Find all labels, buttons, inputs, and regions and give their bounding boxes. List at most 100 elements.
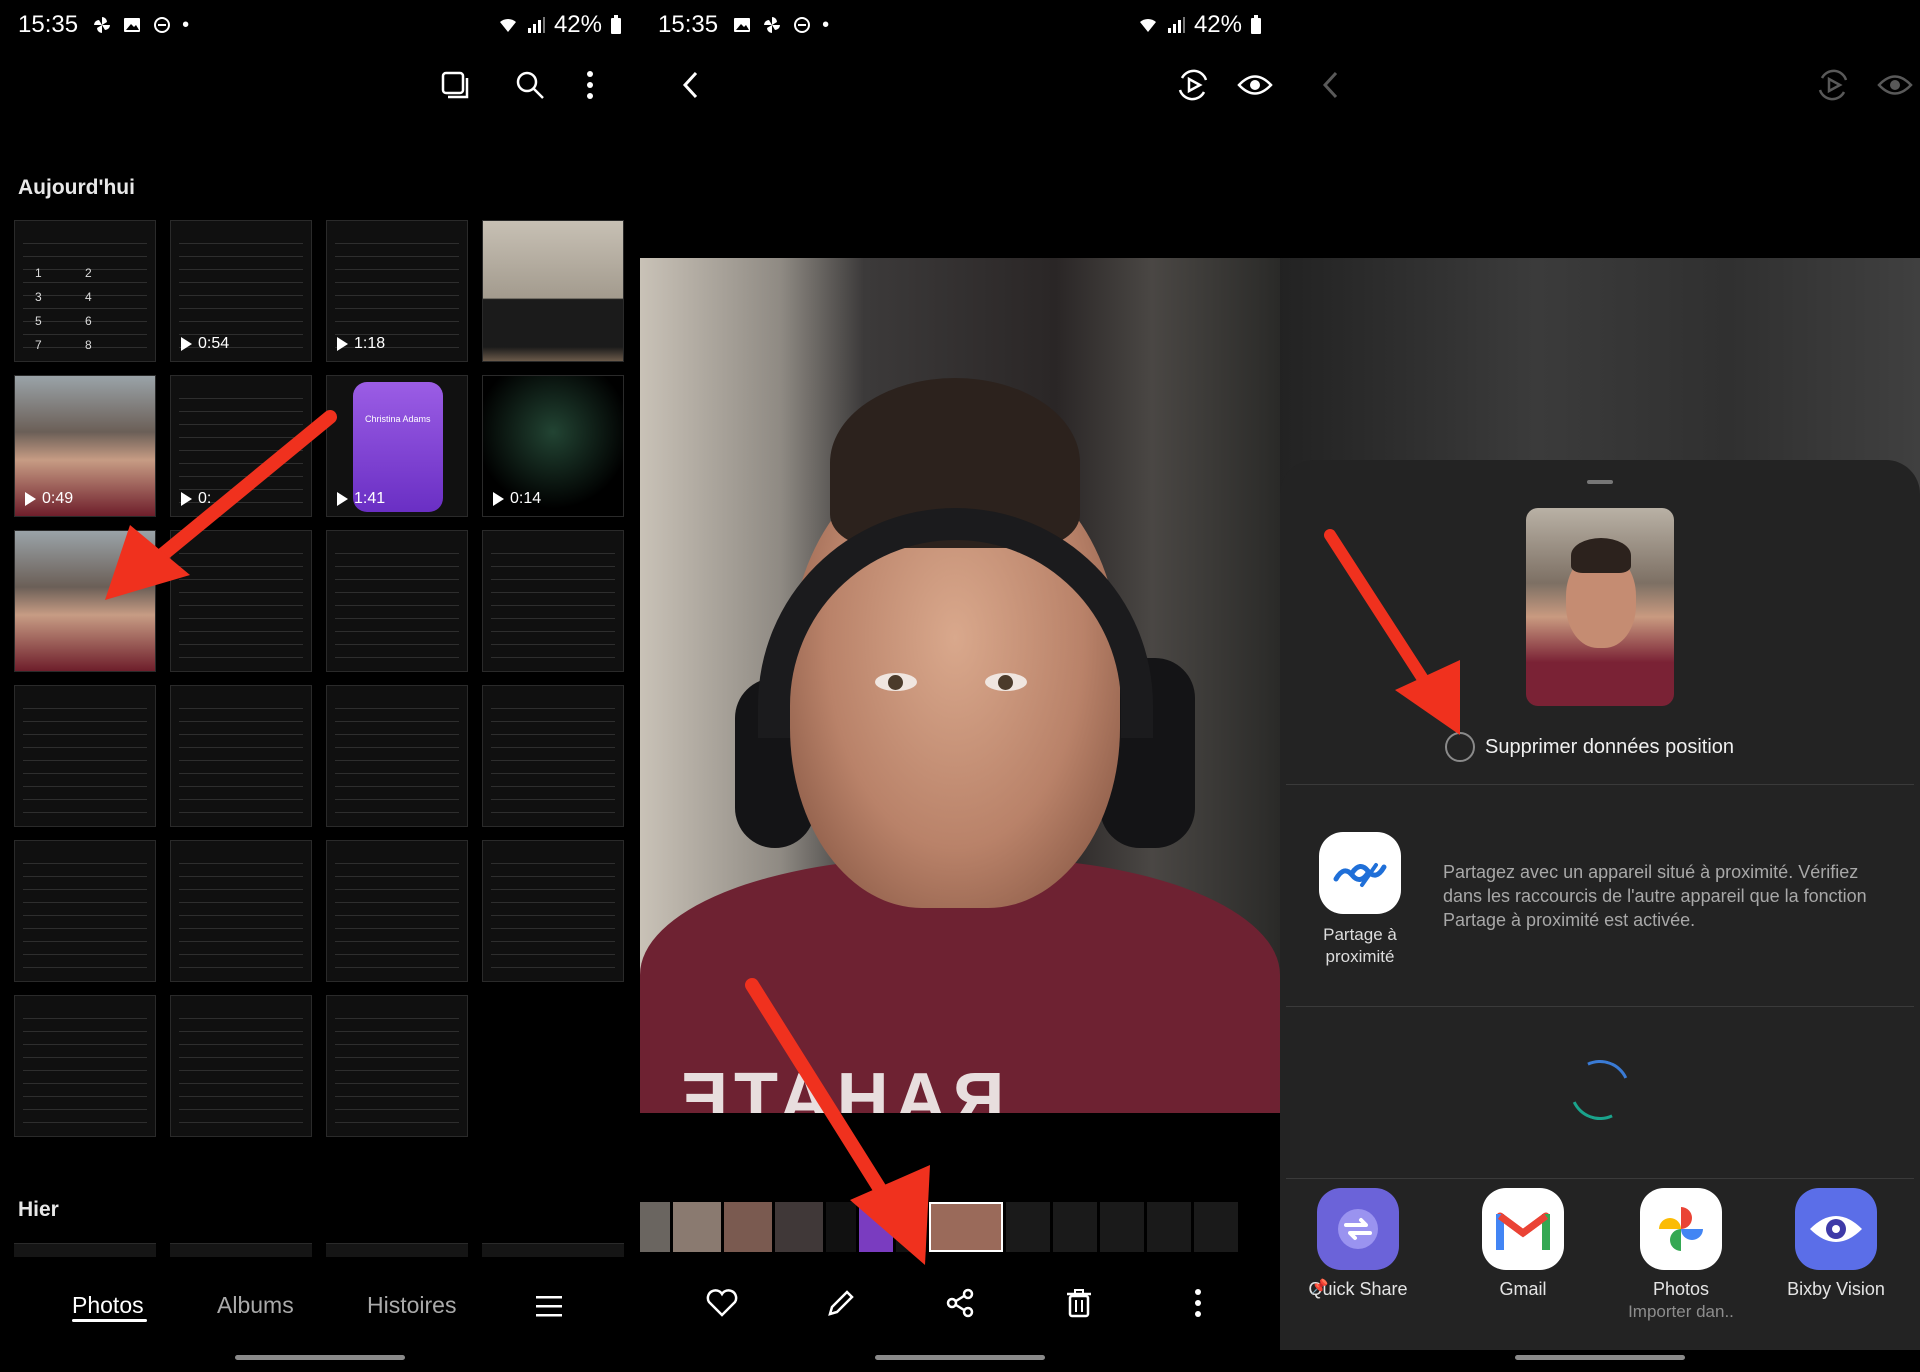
- remove-location-checkbox[interactable]: [1445, 732, 1475, 762]
- viewer-action-bar: [640, 1278, 1280, 1332]
- home-indicator: [235, 1355, 405, 1360]
- battery-icon: [1251, 15, 1261, 34]
- gallery-thumb[interactable]: [482, 685, 624, 827]
- gallery-thumb[interactable]: [170, 685, 312, 827]
- play-icon: [337, 492, 348, 506]
- gallery-thumb[interactable]: [170, 840, 312, 982]
- quick-share-icon: [1317, 1188, 1399, 1270]
- film-thumb[interactable]: [1147, 1202, 1191, 1252]
- more-options-icon[interactable]: [565, 60, 615, 110]
- remaster-icon[interactable]: [1168, 60, 1218, 110]
- bixby-vision-eye-icon[interactable]: [1870, 60, 1920, 110]
- video-duration-badge: 0:14: [493, 490, 541, 508]
- gallery-thumb[interactable]: [14, 995, 156, 1137]
- film-thumb[interactable]: [673, 1202, 721, 1252]
- app-label: Quick Share: [1308, 1279, 1408, 1299]
- film-thumb[interactable]: [1006, 1202, 1050, 1252]
- gallery-toolbar: [0, 60, 640, 130]
- tab-albums[interactable]: Albums: [217, 1292, 294, 1319]
- play-icon: [25, 492, 36, 506]
- video-duration: 1:18: [354, 335, 386, 352]
- remove-location-label: Supprimer données position: [1485, 735, 1735, 758]
- gallery-thumb[interactable]: 1 2 3 4 5 6 7 8 9: [14, 220, 156, 362]
- gallery-thumb[interactable]: Christina Adams 1:41: [326, 375, 468, 517]
- gallery-thumb[interactable]: [482, 220, 624, 362]
- selfie-photo[interactable]: ƎTAHAЯ: [640, 258, 1280, 1113]
- film-thumb[interactable]: [775, 1202, 823, 1252]
- yesterday-thumb[interactable]: [14, 1243, 156, 1257]
- app-google-photos[interactable]: Photos Importer dan..: [1606, 1188, 1756, 1323]
- photo-grid: 1 2 3 4 5 6 7 8 9 0:54 1:18 0:49 0: Christina…: [14, 220, 626, 1137]
- wifi-icon: [1139, 18, 1156, 32]
- signal-icon: [1167, 17, 1185, 33]
- film-thumb[interactable]: [640, 1202, 670, 1252]
- app-label: Gmail: [1499, 1279, 1547, 1299]
- tab-stories[interactable]: Histoires: [367, 1292, 456, 1319]
- yesterday-thumb[interactable]: [170, 1243, 312, 1257]
- nearby-share-label[interactable]: Partage à proximité: [1300, 924, 1420, 968]
- select-icon[interactable]: [430, 60, 480, 110]
- gallery-thumb[interactable]: [326, 995, 468, 1137]
- app-gmail[interactable]: Gmail: [1448, 1188, 1598, 1301]
- gallery-thumb[interactable]: [14, 840, 156, 982]
- gallery-thumb[interactable]: [482, 530, 624, 672]
- gallery-thumb[interactable]: [170, 995, 312, 1137]
- tab-photos[interactable]: Photos: [72, 1292, 144, 1319]
- menu-icon[interactable]: [524, 1281, 574, 1331]
- remove-location-option[interactable]: Supprimer données position: [1445, 732, 1734, 762]
- nearby-share-description: Partagez avec un appareil situé à proxim…: [1443, 862, 1867, 930]
- favorite-heart-icon[interactable]: [697, 1278, 747, 1328]
- bottom-nav: Photos Albums Histoires: [0, 1275, 640, 1335]
- yesterday-thumb[interactable]: [482, 1243, 624, 1257]
- share-icon[interactable]: [935, 1278, 985, 1328]
- film-thumb-selected[interactable]: [929, 1202, 1003, 1252]
- back-icon[interactable]: [666, 60, 716, 110]
- divider: [1286, 784, 1914, 785]
- gallery-thumb[interactable]: [326, 685, 468, 827]
- gallery-thumb[interactable]: 0:: [170, 375, 312, 517]
- delete-trash-icon[interactable]: [1054, 1278, 1104, 1328]
- back-icon[interactable]: [1306, 60, 1356, 110]
- video-duration: 0:: [198, 490, 212, 507]
- gallery-thumb[interactable]: 1:18: [326, 220, 468, 362]
- filmstrip: [640, 1202, 1280, 1254]
- battery-percent: 42%: [553, 11, 602, 38]
- remaster-icon[interactable]: [1808, 60, 1858, 110]
- app-label: Photos: [1652, 1279, 1710, 1299]
- app-label: Bixby Vision: [1787, 1279, 1885, 1299]
- gallery-thumb[interactable]: 0:14: [482, 375, 624, 517]
- edit-pencil-icon[interactable]: [816, 1278, 866, 1328]
- search-icon[interactable]: [505, 60, 555, 110]
- app-quick-share[interactable]: Quick Share 📌: [1283, 1188, 1433, 1301]
- film-thumb[interactable]: [896, 1202, 926, 1252]
- loading-spinner: [1561, 1051, 1639, 1129]
- film-thumb[interactable]: [724, 1202, 772, 1252]
- gallery-thumb[interactable]: [14, 530, 156, 672]
- status-time: 15:35: [658, 11, 719, 38]
- home-indicator: [875, 1355, 1045, 1360]
- film-thumb[interactable]: [859, 1202, 893, 1252]
- sheet-drag-handle[interactable]: [1587, 480, 1613, 484]
- gallery-thumb[interactable]: [326, 530, 468, 672]
- gallery-thumb[interactable]: [482, 840, 624, 982]
- gallery-thumb[interactable]: [170, 530, 312, 672]
- film-thumb[interactable]: [1100, 1202, 1144, 1252]
- bixby-vision-eye-icon[interactable]: [1230, 60, 1280, 110]
- viewer-toolbar-dimmed: [1280, 60, 1920, 130]
- video-duration-badge: 1:18: [337, 335, 385, 353]
- divider: [1286, 1178, 1914, 1179]
- app-bixby-vision[interactable]: Bixby Vision: [1761, 1188, 1911, 1301]
- film-thumb[interactable]: [1053, 1202, 1097, 1252]
- film-thumb[interactable]: [1194, 1202, 1238, 1252]
- gallery-thumb[interactable]: [326, 840, 468, 982]
- gallery-thumb[interactable]: [14, 685, 156, 827]
- shirt-print: ƎTAHAЯ: [680, 1059, 1011, 1113]
- film-thumb[interactable]: [826, 1202, 856, 1252]
- share-preview-thumbnail: [1526, 508, 1674, 706]
- nearby-share-icon[interactable]: [1319, 832, 1401, 914]
- more-options-icon[interactable]: [1173, 1278, 1223, 1328]
- play-icon: [181, 337, 192, 351]
- gallery-thumb[interactable]: 0:54: [170, 220, 312, 362]
- yesterday-thumb[interactable]: [326, 1243, 468, 1257]
- gallery-thumb[interactable]: 0:49: [14, 375, 156, 517]
